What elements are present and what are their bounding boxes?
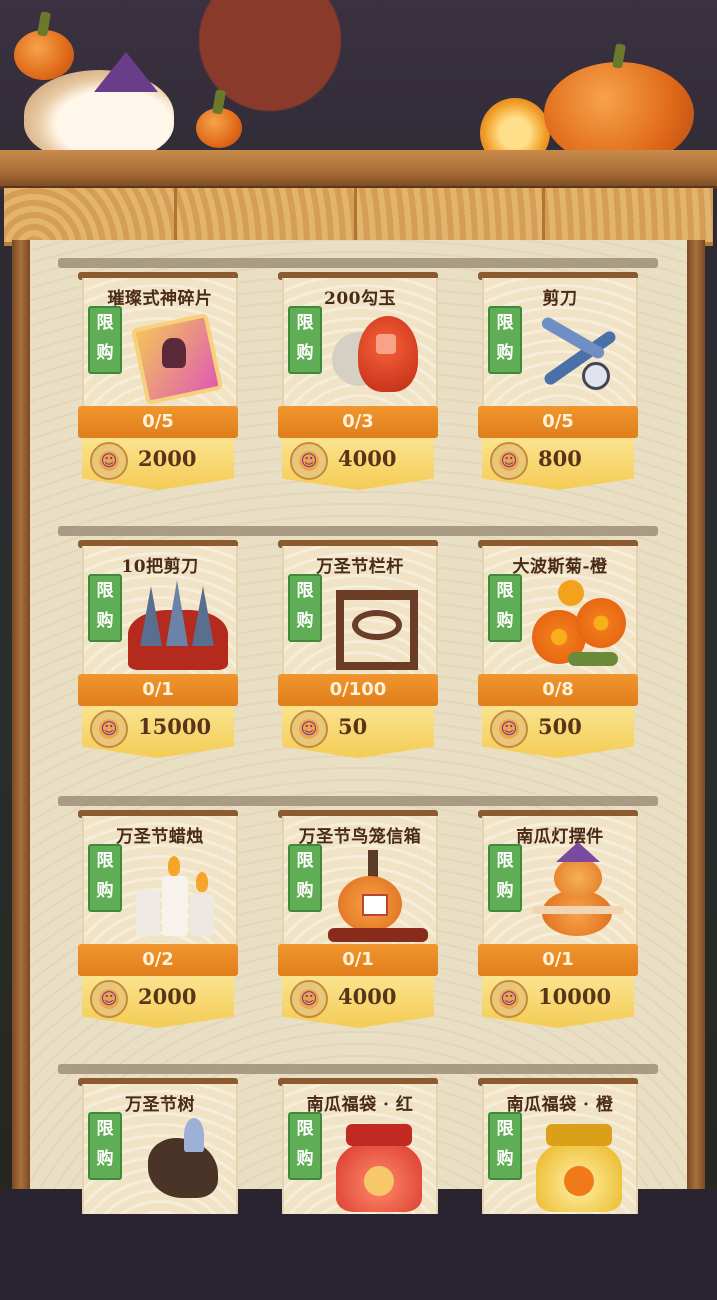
limited-tag: 限购	[88, 306, 122, 374]
limited-tag: 限购	[488, 1112, 522, 1180]
price-value: 2000	[138, 984, 197, 1009]
buy-price-button[interactable]: ☺ 2000	[82, 438, 234, 490]
limited-tag: 限购	[288, 1112, 322, 1180]
pumpkin-coin-icon: ☺	[90, 980, 128, 1018]
shop-item-card[interactable]: 南瓜福袋 · 橙限购	[478, 1078, 638, 1300]
birdcage-mailbox-icon	[328, 850, 428, 942]
header-shelf	[0, 150, 717, 189]
shop-item-card[interactable]: 10把剪刀限购 0/1 ☺ 15000	[78, 540, 238, 762]
shop-item-card[interactable]: 南瓜灯摆件限购 0/1 ☺ 10000	[478, 810, 638, 1032]
item-banner: 南瓜福袋 · 红限购	[282, 1084, 438, 1214]
item-banner: 南瓜灯摆件限购	[482, 816, 638, 946]
price-value: 15000	[138, 714, 212, 739]
price-value: 4000	[338, 984, 397, 1009]
price-value: 2000	[138, 446, 197, 471]
pumpkin-coin-icon: ☺	[290, 980, 328, 1018]
item-banner: 万圣节树限购	[82, 1084, 238, 1214]
purchase-count: 0/8	[478, 674, 638, 706]
item-banner: 南瓜福袋 · 橙限购	[482, 1084, 638, 1214]
limited-tag: 限购	[88, 844, 122, 912]
scissors-bundle-icon	[128, 580, 228, 672]
shop-item-card[interactable]: 大波斯菊-橙限购 0/8 ☺ 500	[478, 540, 638, 762]
shop-item-card[interactable]: 南瓜福袋 · 红限购	[278, 1078, 438, 1300]
item-banner: 璀璨式神碎片限购	[82, 278, 238, 408]
buy-price-button[interactable]: ☺ 2000	[82, 976, 234, 1028]
shop-item-card[interactable]: 璀璨式神碎片限购 0/5 ☺ 2000	[78, 272, 238, 494]
pumpkin-coin-icon: ☺	[490, 442, 528, 480]
buy-price-button[interactable]: ☺ 15000	[82, 706, 234, 758]
price-value: 800	[538, 446, 582, 471]
shop-item-card[interactable]: 200勾玉限购 0/3 ☺ 4000	[278, 272, 438, 494]
limited-tag: 限购	[288, 306, 322, 374]
pumpkin-lamp-icon	[528, 842, 628, 942]
purchase-count: 0/1	[278, 944, 438, 976]
limited-tag: 限购	[88, 1112, 122, 1180]
small-pumpkin-icon	[196, 89, 242, 148]
pumpkin-coin-icon: ☺	[290, 710, 328, 748]
purchase-count: 0/100	[278, 674, 438, 706]
item-banner: 剪刀限购	[482, 278, 638, 408]
shop-item-card[interactable]: 万圣节树限购	[78, 1078, 238, 1300]
purchase-count: 0/3	[278, 406, 438, 438]
item-banner: 200勾玉限购	[282, 278, 438, 408]
lucky-bag-red-icon	[328, 1118, 428, 1212]
lucky-bag-orange-icon	[528, 1118, 628, 1212]
buy-price-button[interactable]: ☺ 4000	[282, 438, 434, 490]
item-banner: 万圣节鸟笼信箱限购	[282, 816, 438, 946]
shop-item-card[interactable]: 万圣节蜡烛限购 0/2 ☺ 2000	[78, 810, 238, 1032]
pumpkin-coin-icon: ☺	[290, 442, 328, 480]
cosmos-flower-icon	[528, 580, 628, 672]
shard-icon	[128, 312, 228, 406]
limited-tag: 限购	[488, 306, 522, 374]
purchase-count: 0/5	[78, 406, 238, 438]
halloween-header	[0, 0, 717, 168]
limited-tag: 限购	[288, 844, 322, 912]
pumpkin-coin-icon: ☺	[490, 980, 528, 1018]
pumpkin-coin-icon: ☺	[490, 710, 528, 748]
buy-price-button[interactable]: ☺ 800	[482, 438, 634, 490]
limited-tag: 限购	[288, 574, 322, 642]
candle-icon	[128, 850, 228, 942]
price-value: 500	[538, 714, 582, 739]
purchase-count: 0/5	[478, 406, 638, 438]
scissors-icon	[528, 312, 628, 404]
pumpkin-coin-icon: ☺	[90, 442, 128, 480]
row-divider	[58, 526, 658, 536]
purchase-count: 0/1	[478, 944, 638, 976]
buy-price-button[interactable]: ☺ 50	[282, 706, 434, 758]
item-banner: 大波斯菊-橙限购	[482, 546, 638, 676]
shop-item-card[interactable]: 剪刀限购 0/5 ☺ 800	[478, 272, 638, 494]
halloween-tree-icon	[128, 1118, 228, 1210]
row-divider	[58, 1064, 658, 1074]
buy-price-button[interactable]: ☺ 500	[482, 706, 634, 758]
frame-right	[687, 240, 705, 1189]
shop-item-card[interactable]: 万圣节鸟笼信箱限购 0/1 ☺ 4000	[278, 810, 438, 1032]
awning	[4, 188, 713, 246]
row-divider	[58, 796, 658, 806]
item-banner: 万圣节栏杆限购	[282, 546, 438, 676]
purchase-count: 0/1	[78, 674, 238, 706]
row-divider	[58, 258, 658, 268]
price-value: 50	[338, 714, 368, 739]
limited-tag: 限购	[488, 844, 522, 912]
railing-icon	[328, 580, 428, 672]
buy-price-button[interactable]: ☺ 4000	[282, 976, 434, 1028]
purchase-count: 0/2	[78, 944, 238, 976]
price-value: 4000	[338, 446, 397, 471]
item-banner: 万圣节蜡烛限购	[82, 816, 238, 946]
pumpkin-head-icon	[14, 11, 74, 80]
pumpkin-coin-icon: ☺	[90, 710, 128, 748]
magatama-icon	[328, 312, 428, 404]
buy-price-button[interactable]: ☺ 10000	[482, 976, 634, 1028]
price-value: 10000	[538, 984, 612, 1009]
witch-hat-icon	[94, 52, 158, 92]
item-banner: 10把剪刀限购	[82, 546, 238, 676]
frame-left	[12, 240, 30, 1189]
limited-tag: 限购	[488, 574, 522, 642]
shop-item-card[interactable]: 万圣节栏杆限购 0/100 ☺ 50	[278, 540, 438, 762]
limited-tag: 限购	[88, 574, 122, 642]
